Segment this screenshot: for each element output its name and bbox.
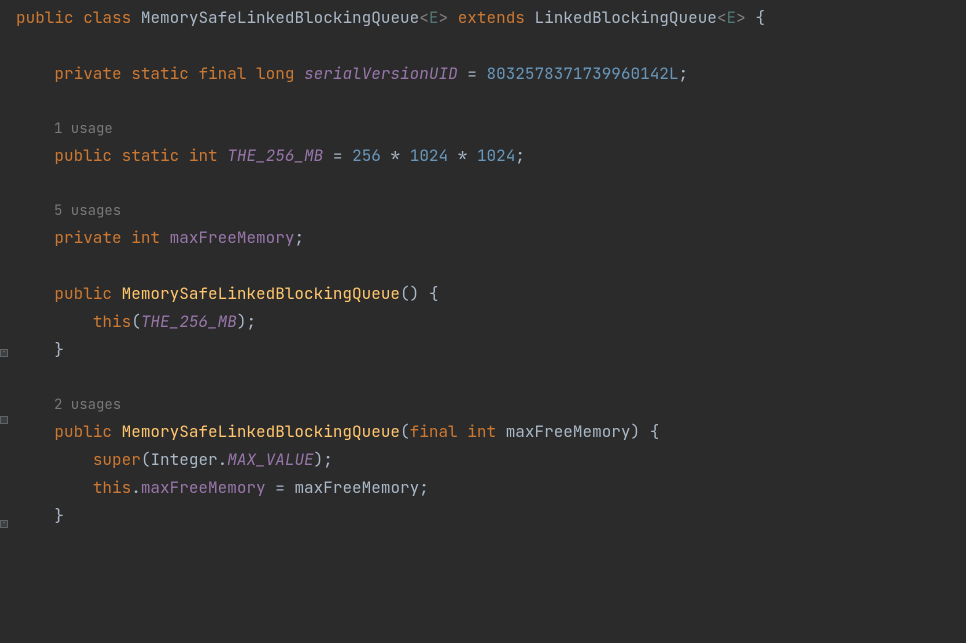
keyword-private: private [54, 63, 121, 84]
keyword-int: int [189, 145, 218, 166]
angle-bracket: > [736, 7, 746, 28]
blank-line [16, 364, 966, 392]
field-maxFreeMemory: maxFreeMemory [141, 477, 266, 498]
keyword-static: static [131, 63, 189, 84]
paren-close: ) [237, 311, 247, 332]
angle-bracket: < [717, 7, 727, 28]
paren-open: ( [400, 421, 410, 442]
code-line: } [16, 336, 966, 364]
operator-multiply: * [381, 145, 410, 166]
keyword-this: this [93, 477, 131, 498]
field-THE_256_MB: THE_256_MB [227, 145, 323, 166]
constructor-name: MemorySafeLinkedBlockingQueue [122, 421, 400, 442]
usage-hint[interactable]: 2 usages [16, 392, 966, 418]
brace: { [419, 283, 438, 304]
editor-gutter: - - [0, 0, 14, 643]
code-line: public MemorySafeLinkedBlockingQueue(fin… [16, 418, 966, 446]
operator-multiply: * [448, 145, 477, 166]
parentheses: () [400, 283, 419, 304]
keyword-private: private [54, 227, 121, 248]
operator-assign: = [266, 477, 295, 498]
generic-type: E [727, 7, 737, 28]
brace: { [640, 421, 659, 442]
code-line: this.maxFreeMemory = maxFreeMemory; [16, 474, 966, 502]
number-literal: 256 [352, 145, 381, 166]
keyword-extends: extends [458, 7, 525, 28]
number-literal: 1024 [477, 145, 515, 166]
keyword-class: class [83, 7, 131, 28]
keyword-super: super [93, 449, 141, 470]
blank-line [16, 88, 966, 116]
usage-hint[interactable]: 5 usages [16, 198, 966, 224]
semicolon: ; [246, 311, 256, 332]
code-editor[interactable]: public class MemorySafeLinkedBlockingQue… [8, 0, 966, 530]
keyword-final: final [198, 63, 246, 84]
keyword-public: public [54, 145, 112, 166]
param-maxFreeMemory: maxFreeMemory [294, 477, 419, 498]
blank-line [16, 32, 966, 60]
semicolon: ; [323, 449, 333, 470]
keyword-static: static [122, 145, 180, 166]
keyword-public: public [54, 283, 112, 304]
constructor-name: MemorySafeLinkedBlockingQueue [122, 283, 400, 304]
semicolon: ; [419, 477, 429, 498]
fold-marker-icon[interactable] [0, 416, 8, 424]
operator-assign: = [458, 63, 487, 84]
keyword-long: long [256, 63, 294, 84]
code-line: public MemorySafeLinkedBlockingQueue() { [16, 280, 966, 308]
arg-THE_256_MB: THE_256_MB [141, 311, 237, 332]
code-line: } [16, 502, 966, 530]
blank-line [16, 170, 966, 198]
keyword-final: final [410, 421, 458, 442]
paren-close: ) [631, 421, 641, 442]
code-line: super(Integer.MAX_VALUE); [16, 446, 966, 474]
semicolon: ; [294, 227, 304, 248]
semicolon: ; [679, 63, 689, 84]
dot: . [218, 449, 228, 470]
field-serialVersionUID: serialVersionUID [304, 63, 458, 84]
paren-open: ( [131, 311, 141, 332]
const-MAX_VALUE: MAX_VALUE [227, 449, 313, 470]
angle-bracket: < [419, 7, 429, 28]
parent-class: LinkedBlockingQueue [535, 7, 717, 28]
semicolon: ; [515, 145, 525, 166]
fold-marker-icon[interactable]: - [0, 520, 8, 528]
brace-close: } [54, 339, 64, 360]
keyword-int: int [467, 421, 496, 442]
code-line: private int maxFreeMemory; [16, 224, 966, 252]
operator-assign: = [323, 145, 352, 166]
code-line: this(THE_256_MB); [16, 308, 966, 336]
param-maxFreeMemory: maxFreeMemory [506, 421, 631, 442]
number-literal: 8032578371739960142L [487, 63, 679, 84]
class-name: MemorySafeLinkedBlockingQueue [141, 7, 419, 28]
keyword-this: this [93, 311, 131, 332]
code-line: public class MemorySafeLinkedBlockingQue… [16, 4, 966, 32]
keyword-public: public [16, 7, 74, 28]
code-line: public static int THE_256_MB = 256 * 102… [16, 142, 966, 170]
field-maxFreeMemory: maxFreeMemory [170, 227, 295, 248]
brace: { [746, 7, 765, 28]
keyword-public: public [54, 421, 112, 442]
dot: . [131, 477, 141, 498]
angle-bracket: > [438, 7, 448, 28]
class-Integer: Integer [150, 449, 217, 470]
blank-line [16, 252, 966, 280]
brace-close: } [54, 505, 64, 526]
code-line: private static final long serialVersionU… [16, 60, 966, 88]
fold-marker-icon[interactable]: - [0, 349, 8, 357]
paren-open: ( [141, 449, 151, 470]
paren-close: ) [314, 449, 324, 470]
number-literal: 1024 [410, 145, 448, 166]
keyword-int: int [131, 227, 160, 248]
usage-hint[interactable]: 1 usage [16, 116, 966, 142]
